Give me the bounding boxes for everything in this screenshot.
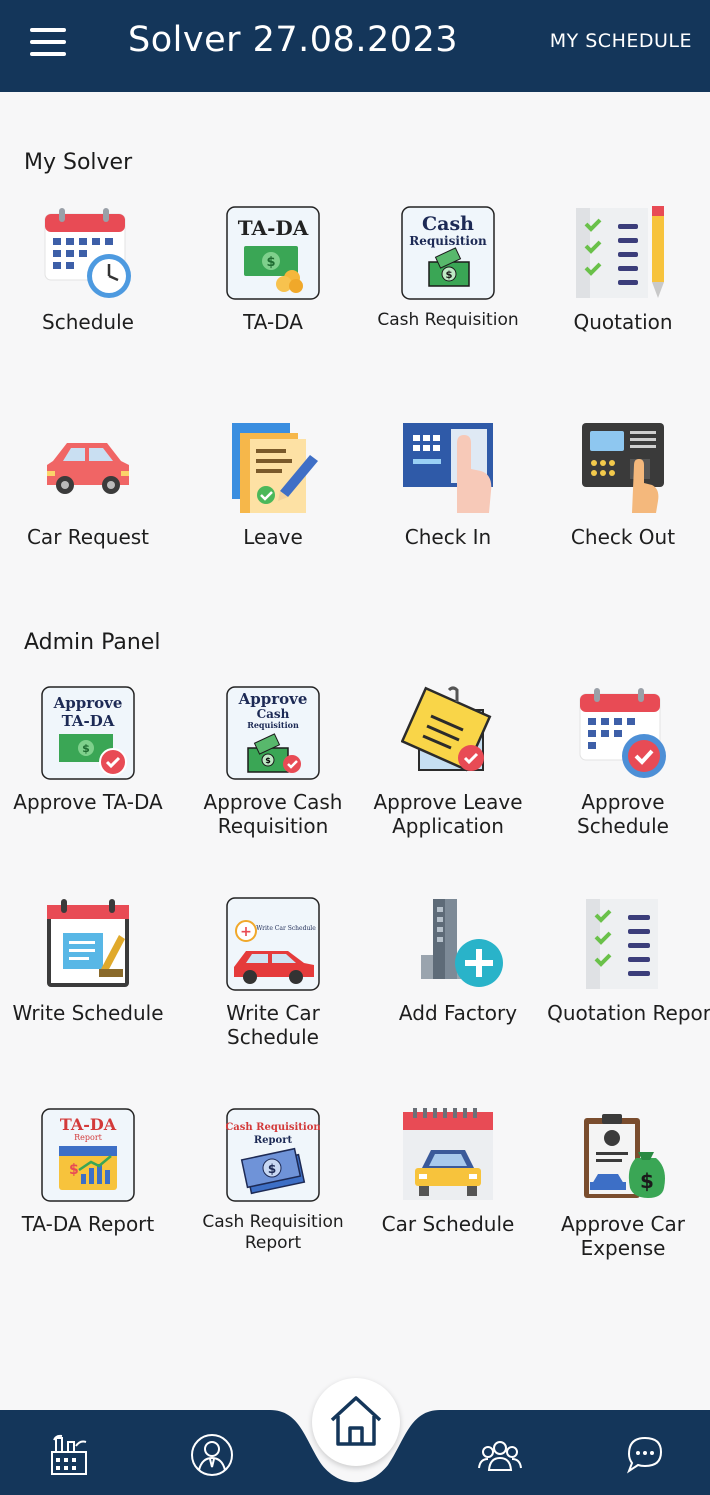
tile-label: Quotation Report [547,1001,710,1025]
tile-label: Car Schedule [381,1212,515,1236]
svg-text:$: $ [69,1162,79,1178]
group-icon[interactable] [477,1432,523,1478]
app-title: Solver 27.08.2023 [128,20,459,60]
tile-label: Car Request [26,525,150,549]
tile-label: Leave [243,525,303,549]
svg-text:$: $ [640,1169,654,1193]
tile-check-out[interactable]: Check Out [535,421,710,549]
svg-text:$: $ [446,270,453,281]
ta-da-report-icon: TA-DA Report $ [41,1108,135,1202]
app-bar: Solver 27.08.2023 MY SCHEDULE [0,0,710,92]
keypad-finger-icon [403,423,493,513]
tile-write-car-schedule[interactable]: + Write Car Schedule Write Car Schedule [185,897,361,1049]
svg-text:Cash Requisition: Cash Requisition [226,1122,320,1133]
tile-cash-requisition-report[interactable]: Cash Requisition Report $ Cash Requisiti… [185,1108,361,1254]
checklist-report-icon [586,899,658,989]
cash-report-icon: Cash Requisition Report $ [226,1108,320,1202]
my-schedule-button[interactable]: MY SCHEDULE [550,30,692,52]
tile-label: Approve TA-DA [13,790,163,814]
tile-approve-schedule[interactable]: Approve Schedule [535,686,710,838]
car-expense-icon: $ [584,1114,665,1198]
section-title-admin-panel: Admin Panel [24,630,161,655]
user-tie-icon[interactable] [189,1432,235,1478]
tile-label: Cash Requisition [377,310,519,330]
tile-label: Check Out [570,525,676,549]
approve-ta-da-icon: Approve TA-DA $ [41,686,135,780]
cash-requisition-icon: Cash Requisition $ [401,206,495,300]
tile-add-factory[interactable]: Add Factory [370,897,546,1025]
section-title-my-solver: My Solver [24,150,133,175]
svg-text:$: $ [82,742,90,755]
tile-ta-da[interactable]: TA-DA $ TA-DA [185,206,361,334]
factory-icon[interactable] [46,1432,92,1478]
tile-car-schedule[interactable]: Car Schedule [360,1108,536,1236]
svg-text:+: + [240,924,252,940]
tile-write-schedule[interactable]: Write Schedule [0,897,176,1025]
car-icon [47,443,129,494]
svg-text:Report: Report [254,1135,293,1146]
tile-label: Write Schedule [12,1001,164,1025]
svg-text:Report: Report [74,1133,103,1142]
svg-text:TA-DA: TA-DA [238,216,309,240]
chat-icon[interactable] [621,1432,667,1478]
car-calendar-icon [403,1108,493,1200]
tile-quotation-report[interactable]: Quotation Report [545,897,710,1025]
svg-text:$: $ [268,1162,276,1176]
approve-cash-icon: Approve Cash Requisition $ [226,686,320,780]
svg-text:Approve: Approve [53,694,123,712]
tile-schedule[interactable]: Schedule [0,206,176,334]
menu-icon[interactable] [30,28,66,56]
svg-text:TA-DA: TA-DA [60,1115,117,1134]
tile-label: Quotation [573,310,673,334]
tile-label: Schedule [42,310,134,334]
tile-leave[interactable]: Leave [185,421,361,549]
svg-text:$: $ [266,255,275,270]
approve-leave-icon [401,686,492,772]
tile-label: TA-DA Report [21,1212,155,1236]
tile-label: Approve Leave Application [373,790,523,838]
home-icon [330,1396,382,1446]
tile-check-in[interactable]: Check In [360,421,536,549]
calendar-clock-icon [44,208,131,298]
svg-text:$: $ [265,756,271,765]
tile-approve-car-expense[interactable]: $ Approve Car Expense [535,1108,710,1260]
svg-text:Write Car Schedule: Write Car Schedule [256,925,316,932]
document-pen-icon [232,423,318,513]
tile-label: Approve Car Expense [560,1212,686,1260]
svg-text:Cash: Cash [257,707,290,721]
tile-label: Write Car Schedule [226,1001,320,1049]
tile-label: Check In [404,525,492,549]
tile-ta-da-report[interactable]: TA-DA Report $ TA-DA Report [0,1108,176,1236]
tile-approve-ta-da[interactable]: Approve TA-DA $ Approve TA-DA [0,686,176,814]
ta-da-money-icon: TA-DA $ [226,206,320,300]
tile-label: TA-DA [243,310,303,334]
svg-text:Requisition: Requisition [247,720,299,730]
tile-label: Cash Requisition Report [202,1212,344,1253]
svg-text:Approve: Approve [238,690,308,708]
checklist-pencil-icon [576,206,664,298]
tile-approve-cash-requisition[interactable]: Approve Cash Requisition $ Approve Cash … [185,686,361,838]
approve-calendar-icon [579,688,666,778]
fingerprint-device-icon [582,423,664,513]
svg-text:Cash: Cash [422,213,474,235]
write-car-schedule-icon: + Write Car Schedule [226,897,320,991]
tile-label: Approve Schedule [577,790,669,838]
svg-text:Requisition: Requisition [409,234,487,248]
svg-text:TA-DA: TA-DA [62,712,115,730]
tile-approve-leave-application[interactable]: Approve Leave Application [360,686,536,838]
tile-label: Approve Cash Requisition [203,790,343,838]
write-calendar-icon [47,899,129,987]
tile-cash-requisition[interactable]: Cash Requisition $ Cash Requisition [360,206,536,331]
tile-car-request[interactable]: Car Request [0,421,176,549]
tile-quotation[interactable]: Quotation [535,206,710,334]
tile-label: Add Factory [398,1001,518,1025]
add-factory-icon [421,899,503,987]
home-button[interactable] [312,1378,400,1466]
